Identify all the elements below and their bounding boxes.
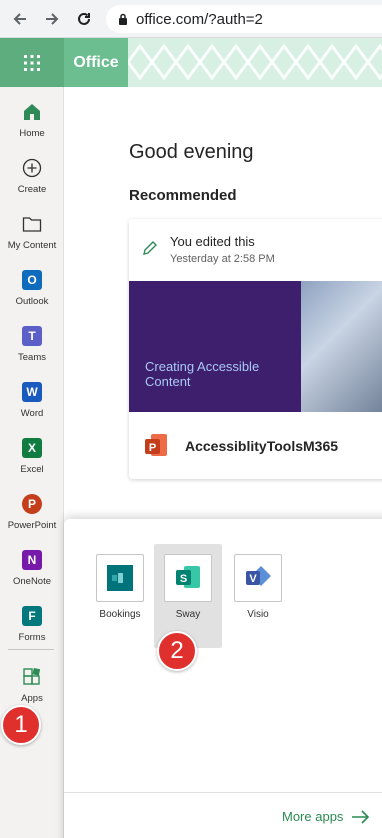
office-header: Office	[0, 38, 382, 87]
activity-title: You edited this	[170, 234, 255, 249]
arrow-right-icon	[352, 809, 370, 824]
url-text: office.com/?auth=2	[136, 10, 263, 28]
flyout-divider	[64, 792, 382, 793]
back-button[interactable]	[8, 7, 32, 31]
rail-item-teams[interactable]: T Teams	[0, 318, 64, 374]
more-apps-link[interactable]: More apps	[282, 809, 371, 824]
browser-toolbar: office.com/?auth=2	[0, 0, 382, 38]
forward-button[interactable]	[40, 7, 64, 31]
thumbnail-photo	[301, 281, 382, 412]
app-launcher-button[interactable]	[0, 38, 64, 87]
rail-item-onenote[interactable]: N OneNote	[0, 542, 64, 598]
brand-label: Office	[73, 53, 119, 71]
header-pattern	[128, 43, 382, 81]
pencil-icon	[143, 241, 157, 255]
folder-icon	[19, 211, 45, 237]
rail-label-forms: Forms	[18, 632, 46, 643]
rail-item-apps[interactable]: Apps	[0, 659, 64, 715]
thumbnail-title: Creating Accessible Content	[145, 359, 260, 389]
rail-item-word[interactable]: W Word	[0, 374, 64, 430]
activity-time: Yesterday at 2:58 PM	[170, 253, 275, 265]
visio-icon: V	[234, 554, 282, 602]
apps-flyout: Bookings S Sway V Visio More apps	[64, 519, 382, 838]
plus-circle-icon	[19, 155, 45, 181]
bookings-icon	[96, 554, 144, 602]
svg-text:V: V	[249, 573, 257, 585]
rail-label-my-content: My Content	[7, 240, 57, 251]
word-icon: W	[19, 379, 45, 405]
apps-icon	[19, 664, 45, 690]
recommended-card[interactable]: You edited this Yesterday at 2:58 PM Cre…	[129, 219, 382, 479]
forward-arrow-icon	[46, 13, 59, 25]
rail-divider	[8, 649, 54, 650]
rail-label-onenote: OneNote	[12, 576, 52, 587]
rail-label-excel: Excel	[20, 464, 44, 475]
flyout-label-sway: Sway	[175, 609, 201, 620]
rail-label-apps: Apps	[21, 693, 43, 704]
more-apps-label: More apps	[282, 809, 344, 824]
flyout-app-bookings[interactable]: Bookings	[86, 544, 154, 620]
svg-text:S: S	[180, 573, 187, 585]
sway-icon: S	[164, 554, 212, 602]
svg-text:P: P	[149, 442, 156, 454]
address-bar[interactable]: office.com/?auth=2	[106, 5, 382, 33]
powerpoint-file-icon: P	[143, 432, 171, 460]
flyout-label-bookings: Bookings	[99, 609, 141, 620]
waffle-icon	[24, 54, 40, 71]
rail-item-forms[interactable]: F Forms	[0, 598, 64, 654]
powerpoint-icon: P	[19, 491, 45, 517]
back-arrow-icon	[13, 13, 26, 25]
rail-item-create[interactable]: Create	[0, 150, 64, 206]
reload-button[interactable]	[72, 7, 96, 31]
rail-label-home: Home	[19, 128, 45, 139]
flyout-app-visio[interactable]: V Visio	[224, 544, 292, 620]
file-name: AccessiblityToolsM365	[185, 438, 339, 454]
onenote-icon: N	[19, 547, 45, 573]
rail-item-powerpoint[interactable]: P PowerPoint	[0, 486, 64, 542]
rail-label-teams: Teams	[18, 352, 46, 363]
rail-label-word: Word	[20, 408, 44, 419]
rail-item-home[interactable]: Home	[0, 94, 64, 150]
office-brand-link[interactable]: Office	[64, 38, 128, 87]
lock-icon	[119, 13, 127, 25]
rail-label-powerpoint: PowerPoint	[7, 520, 57, 531]
teams-icon: T	[19, 323, 45, 349]
rail-label-outlook: Outlook	[15, 296, 49, 307]
outlook-icon: O	[19, 267, 45, 293]
home-icon	[19, 99, 45, 125]
flyout-app-sway[interactable]: S Sway	[154, 544, 222, 648]
reload-icon	[78, 12, 90, 25]
forms-icon: F	[19, 603, 45, 629]
step-2-badge: 2	[157, 631, 197, 671]
rail-item-excel[interactable]: X Excel	[0, 430, 64, 486]
excel-icon: X	[19, 435, 45, 461]
file-thumbnail: Creating Accessible Content	[129, 281, 382, 412]
flyout-label-visio: Visio	[247, 609, 269, 620]
step-1-badge: 1	[1, 705, 41, 745]
rail-label-create: Create	[17, 184, 47, 195]
recommended-heading: Recommended	[129, 187, 237, 204]
greeting-heading: Good evening	[129, 141, 254, 163]
rail-item-outlook[interactable]: O Outlook	[0, 262, 64, 318]
rail-item-my-content[interactable]: My Content	[0, 206, 64, 262]
